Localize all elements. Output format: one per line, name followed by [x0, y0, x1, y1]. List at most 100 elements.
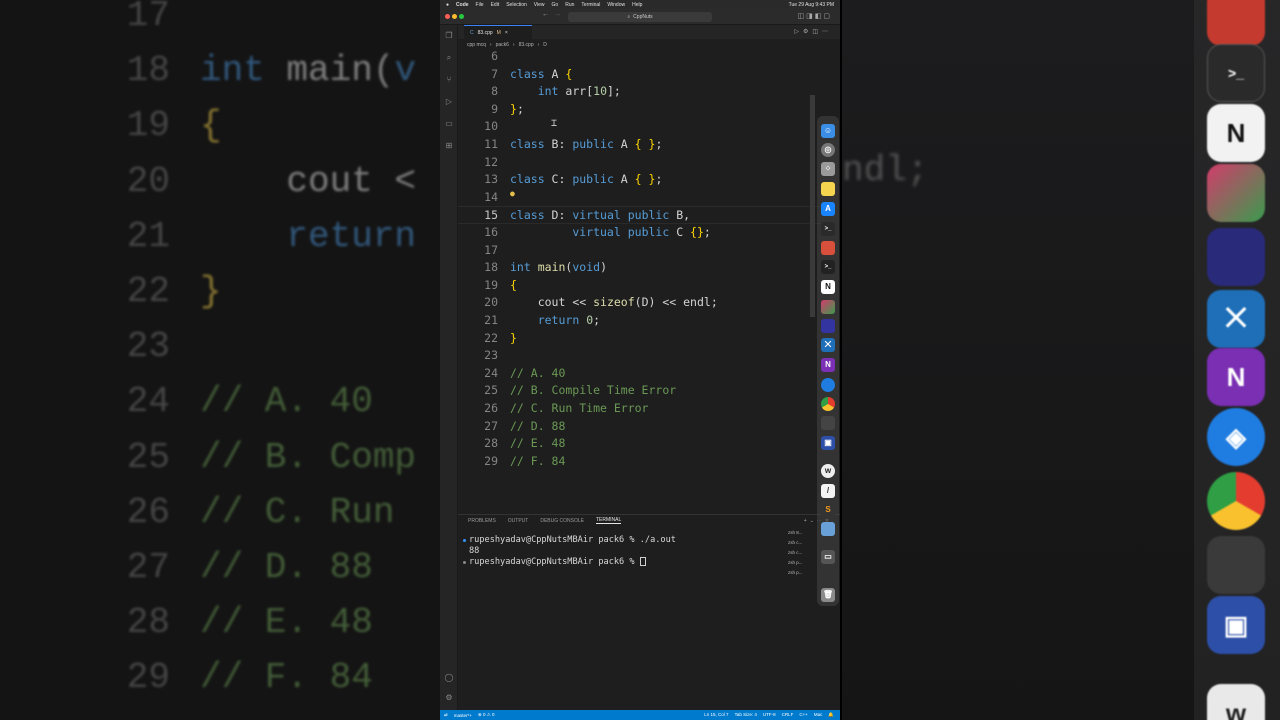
account-icon[interactable]: ◯	[444, 673, 454, 683]
tab-terminal[interactable]: TERMINAL	[595, 517, 622, 524]
code-text: cout << sizeof(D) << endl;	[537, 295, 718, 310]
search-icon[interactable]: ⌕	[444, 53, 454, 63]
code-text: }	[510, 330, 517, 345]
webex-icon[interactable]: w	[821, 464, 835, 478]
background-app2-icon	[1207, 536, 1265, 594]
code-line: 18 int main(void)	[458, 259, 828, 277]
launchpad-icon[interactable]: ◎	[821, 143, 835, 157]
code-line: 21 return 0;	[458, 312, 828, 330]
command-center-label: CppNuts	[633, 14, 653, 20]
editor-scrollbar[interactable]	[810, 95, 815, 317]
launchpad-grid-icon[interactable]: ⁘	[821, 162, 835, 176]
close-icon[interactable]: ×	[505, 30, 508, 36]
titlebar: ← → ⌕ CppNuts ◫◨◧▢	[440, 9, 840, 25]
menu-go[interactable]: Go	[552, 2, 559, 8]
code-line: 25// B. Compile Time Error	[458, 382, 828, 400]
menu-selection[interactable]: Selection	[506, 2, 527, 8]
final-cut-icon[interactable]	[821, 300, 835, 314]
remote-explorer-icon[interactable]: ▭	[444, 119, 454, 129]
tab-output[interactable]: OUTPUT	[508, 518, 529, 524]
terminal-instance[interactable]: zsh p...	[780, 568, 816, 578]
tab-debug-console[interactable]: DEBUG CONSOLE	[540, 518, 584, 524]
document-icon[interactable]: /	[821, 484, 835, 498]
menu-file[interactable]: File	[476, 2, 484, 8]
code-line: 11 class B: public A { };	[458, 136, 828, 154]
cursor-position[interactable]: Ln 15, Col 7	[704, 712, 728, 718]
chrome-icon[interactable]	[821, 397, 835, 411]
app-store-icon[interactable]: A	[821, 202, 835, 216]
terminal-line: rupeshyadav@CppNutsMBAir pack6 % ./a.out	[469, 535, 676, 545]
notion-icon[interactable]: N	[821, 280, 835, 294]
lightbulb-icon[interactable]: ●	[510, 185, 515, 203]
tab-83-cpp[interactable]: C 83.cpp M ×	[464, 25, 532, 39]
extensions-icon[interactable]: ⊞	[444, 141, 454, 151]
terminal-command-marker	[463, 561, 466, 564]
app-icon[interactable]	[821, 416, 835, 430]
onenote-icon[interactable]: N	[821, 358, 835, 372]
screen-app-icon[interactable]: ▣	[821, 436, 835, 450]
photo-booth-icon[interactable]	[821, 241, 835, 255]
finder-icon[interactable]: ☺	[821, 124, 835, 138]
maximize-window-button[interactable]	[459, 14, 464, 19]
code-line: 24// A. 40	[458, 365, 828, 383]
git-branch[interactable]: master*+	[454, 713, 472, 718]
safari-icon[interactable]	[821, 378, 835, 392]
terminal-instance[interactable]: zsh c...	[780, 548, 816, 558]
menu-app-name[interactable]: Code	[456, 2, 469, 8]
menu-terminal[interactable]: Terminal	[581, 2, 600, 8]
terminal-instance[interactable]: zsh 8...	[780, 528, 816, 538]
text-cursor-icon: ⌶	[551, 118, 558, 129]
menu-edit[interactable]: Edit	[491, 2, 500, 8]
terminal-command-marker	[463, 539, 466, 542]
background-app3-icon: ▣	[1207, 596, 1265, 654]
tab-problems[interactable]: PROBLEMS	[468, 518, 496, 524]
menu-window[interactable]: Window	[607, 2, 625, 8]
terminal-instance[interactable]: zsh p...	[780, 558, 816, 568]
nav-forward-icon[interactable]: →	[554, 11, 561, 18]
notifications-icon[interactable]: 🔔	[828, 712, 834, 718]
problems-count[interactable]: ⊗ 0 ⚠ 0	[478, 712, 495, 718]
run-debug-icon[interactable]: ▷	[444, 97, 454, 107]
tab-size[interactable]: Tab Size: 4	[735, 712, 757, 718]
menu-run[interactable]: Run	[565, 2, 574, 8]
menu-view[interactable]: View	[534, 2, 545, 8]
notes-icon[interactable]	[821, 182, 835, 196]
platform[interactable]: Mac	[814, 712, 823, 718]
code-line: 29// F. 84	[458, 453, 828, 471]
gear-icon[interactable]: ⚙	[444, 693, 454, 703]
line-ending[interactable]: CRLF	[782, 712, 794, 718]
close-window-button[interactable]	[445, 14, 450, 19]
menubar-clock[interactable]: Tue 29 Aug 9:43 PM	[789, 2, 840, 8]
trash-icon[interactable]: 🗑	[821, 588, 835, 602]
status-bar: ⇌ master*+ ⊗ 0 ⚠ 0 Ln 15, Col 7 Tab Size…	[440, 710, 840, 720]
editor-actions[interactable]: ▷⚙◫⋯	[794, 28, 832, 35]
background-chrome-icon	[1207, 472, 1265, 530]
language-mode[interactable]: C++	[799, 712, 808, 718]
sublime-icon[interactable]: S	[821, 503, 835, 517]
command-center-search[interactable]: ⌕ CppNuts	[568, 12, 712, 22]
encoding[interactable]: UTF-8	[763, 712, 776, 718]
apple-icon[interactable]: ●	[446, 2, 449, 8]
menu-help[interactable]: Help	[632, 2, 642, 8]
code-line: 17	[484, 242, 498, 257]
terminal-output[interactable]: rupeshyadav@CppNutsMBAir pack6 % ./a.out…	[458, 532, 778, 702]
screen-icon[interactable]: ▭	[821, 550, 835, 564]
nav-back-icon[interactable]: ←	[542, 11, 549, 18]
code-text: int arr[10];	[537, 84, 621, 99]
audio-app-icon[interactable]	[821, 319, 835, 333]
code-line: 12	[484, 154, 498, 169]
tab-label: 83.cpp	[477, 29, 493, 36]
terminal-cursor	[639, 557, 646, 566]
vscode-icon[interactable]: ⨉	[821, 338, 835, 352]
downloads-icon[interactable]	[821, 522, 835, 536]
code-line: 16 virtual public C {};	[458, 224, 828, 242]
layout-icons[interactable]: ◫◨◧▢	[798, 12, 832, 20]
remote-icon[interactable]: ⇌	[444, 712, 448, 718]
code-editor[interactable]: 6 7 class A { 8 int arr[10]; 9}; 10 11 cla…	[458, 48, 828, 508]
explorer-icon[interactable]: ❐	[444, 31, 454, 41]
terminal-icon[interactable]: >_	[821, 222, 835, 236]
terminal2-icon[interactable]: >_	[821, 260, 835, 274]
minimize-window-button[interactable]	[452, 14, 457, 19]
source-control-icon[interactable]: ⑂	[444, 75, 454, 85]
terminal-instance[interactable]: zsh c...	[780, 538, 816, 548]
